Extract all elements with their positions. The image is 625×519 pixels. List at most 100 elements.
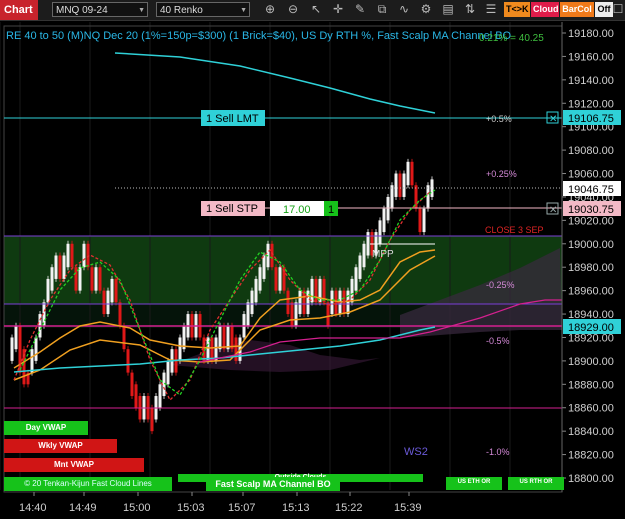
- us-eth-or-button[interactable]: US ETH OR: [446, 477, 502, 490]
- properties-icon[interactable]: ☰: [483, 2, 499, 17]
- time-tick-label: 15:39: [394, 502, 422, 514]
- bar-type-selector[interactable]: 40 Renko ▼: [156, 2, 250, 17]
- renko-brick: [130, 372, 134, 397]
- renko-brick: [254, 278, 258, 303]
- magnifier-plus-icon[interactable]: ⊕: [262, 2, 278, 17]
- renko-brick: [298, 290, 302, 315]
- price-flag-last: 19046.75: [563, 181, 621, 196]
- time-tick-label: 14:40: [19, 502, 47, 514]
- price-flag-sell-stp: 19030.75: [563, 201, 621, 216]
- toggle-tk-button[interactable]: T<>K: [504, 2, 530, 17]
- upper-channel-line: [114, 52, 436, 114]
- renko-brick: [166, 360, 170, 385]
- renko-brick: [98, 267, 102, 291]
- renko-brick: [278, 267, 282, 291]
- wkly-vwap-button[interactable]: Wkly VWAP: [4, 439, 117, 453]
- price-tick-label: 18880.00: [568, 379, 614, 391]
- pct-label-minus-100: -1.0%: [486, 447, 510, 457]
- sell-stp-label: 1 Sell STP: [206, 203, 258, 215]
- price-tick-label: 19120.00: [568, 98, 614, 110]
- renko-brick: [222, 325, 226, 350]
- renko-brick: [398, 173, 402, 197]
- time-tick-label: 15:13: [282, 502, 310, 514]
- templates-icon[interactable]: ▤: [440, 2, 456, 17]
- mnt-vwap-button[interactable]: Mnt VWAP: [4, 458, 144, 472]
- renko-brick: [314, 278, 318, 303]
- renko-brick: [346, 290, 350, 315]
- renko-brick: [94, 267, 98, 291]
- chart-trader-icon[interactable]: ⇅: [462, 2, 478, 17]
- price-tick-label: 18800.00: [568, 473, 614, 485]
- toggle-cloud-button[interactable]: Cloud: [531, 2, 559, 17]
- renko-brick: [218, 325, 222, 350]
- mpp-label: MPP: [372, 249, 394, 260]
- renko-brick: [358, 255, 362, 279]
- renko-brick: [354, 267, 358, 291]
- renko-brick: [14, 325, 18, 350]
- price-tick-label: 18900.00: [568, 356, 614, 368]
- chevron-down-icon: ▼: [240, 7, 247, 14]
- price-flag-sell-stp-text: 19030.75: [568, 204, 614, 216]
- price-tick-label: 19080.00: [568, 145, 614, 157]
- renko-brick: [50, 267, 54, 291]
- renko-brick: [402, 173, 406, 197]
- renko-brick: [234, 337, 238, 361]
- time-tick-label: 15:22: [335, 502, 363, 514]
- renko-brick: [382, 208, 386, 233]
- renko-brick: [78, 267, 82, 291]
- toggle-off-button[interactable]: Off: [595, 2, 613, 17]
- ws2-label: WS2: [404, 446, 428, 458]
- checkbox-icon[interactable]: ☐: [612, 2, 624, 17]
- renko-brick: [82, 243, 86, 268]
- pct-label-plus-050: +0.5%: [486, 114, 512, 124]
- price-tick-label: 19180.00: [568, 28, 614, 40]
- price-flag-last-text: 19046.75: [568, 184, 614, 196]
- renko-brick: [118, 302, 122, 326]
- renko-brick: [422, 208, 426, 233]
- pct-label-minus-050: -0.5%: [486, 336, 510, 346]
- renko-brick: [54, 255, 58, 279]
- cancel-stp-icon[interactable]: ✕: [549, 205, 557, 216]
- cursor-arrow-icon[interactable]: ↖: [308, 2, 324, 17]
- price-tick-label: 19160.00: [568, 51, 614, 63]
- indicators-icon[interactable]: ∿: [396, 2, 412, 17]
- renko-brick: [246, 302, 250, 326]
- renko-brick: [30, 349, 34, 373]
- renko-brick: [390, 185, 394, 209]
- strategies-icon[interactable]: ⚙: [418, 2, 434, 17]
- renko-brick: [258, 267, 262, 291]
- day-vwap-button[interactable]: Day VWAP: [4, 421, 88, 435]
- renko-brick: [178, 337, 182, 361]
- price-tick-label: 19140.00: [568, 75, 614, 87]
- renko-brick: [386, 196, 390, 221]
- crosshair-icon[interactable]: ✛: [330, 2, 346, 17]
- renko-brick: [286, 290, 290, 315]
- magnifier-minus-icon[interactable]: ⊖: [285, 2, 301, 17]
- renko-brick: [62, 255, 66, 279]
- renko-brick: [70, 243, 74, 268]
- renko-brick: [394, 173, 398, 197]
- pencil-icon[interactable]: ✎: [352, 2, 368, 17]
- renko-brick: [350, 278, 354, 303]
- chart-menu-button[interactable]: Chart: [0, 0, 38, 20]
- fast-scalp-button[interactable]: Fast Scalp MA Channel BO: [206, 477, 340, 491]
- price-tick-label: 18920.00: [568, 332, 614, 344]
- pct-label-plus-025: +0.25%: [486, 169, 517, 179]
- renko-brick: [362, 243, 366, 268]
- renko-brick: [410, 161, 414, 186]
- renko-brick: [158, 384, 162, 408]
- drawing-tools-icon[interactable]: ⧉: [374, 2, 390, 17]
- price-tick-label: 18860.00: [568, 403, 614, 415]
- renko-brick: [250, 290, 254, 315]
- price-tick-label: 18960.00: [568, 286, 614, 298]
- renko-brick: [274, 267, 278, 291]
- toggle-barcol-button[interactable]: BarCol: [560, 2, 594, 17]
- renko-brick: [210, 337, 214, 361]
- instrument-selector[interactable]: MNQ 09-24 ▼: [52, 2, 148, 17]
- renko-brick: [106, 290, 110, 315]
- us-rth-or-button[interactable]: US RTH OR: [508, 477, 564, 490]
- time-tick-label: 14:49: [69, 502, 97, 514]
- renko-brick: [426, 185, 430, 209]
- instrument-value: MNQ 09-24: [56, 5, 108, 16]
- cancel-lmt-icon[interactable]: ✕: [549, 114, 557, 125]
